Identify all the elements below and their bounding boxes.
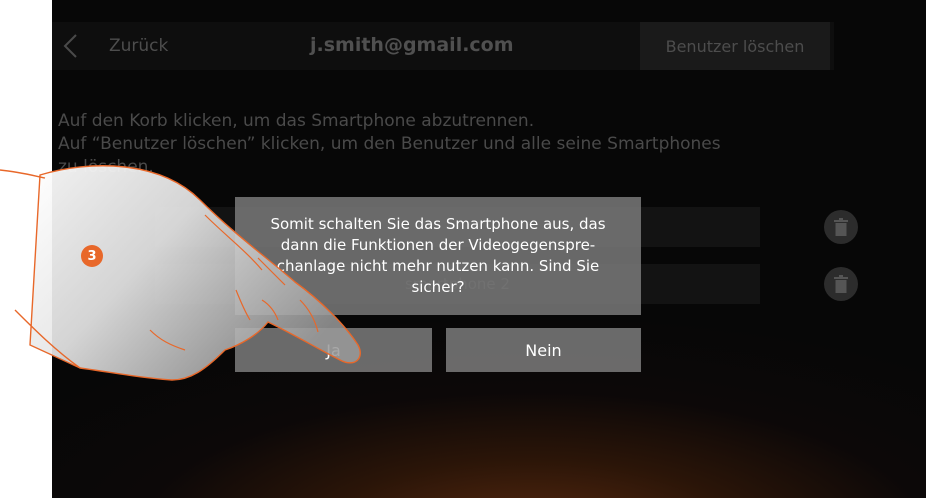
instruction-line: Auf den Korb klicken, um das Smartphone … [58,111,535,131]
instructions-text: Auf den Korb klicken, um das Smartphone … [58,110,838,179]
trash-icon[interactable] [824,210,858,244]
page-title: j.smith@gmail.com [310,34,514,56]
no-button[interactable]: Nein [446,328,641,372]
dialog-message: Somit schalten Sie das Smartphone aus, d… [270,215,606,296]
trash-icon[interactable] [824,267,858,301]
step-number-badge: 3 [81,245,103,267]
instruction-line: Auf “Benutzer löschen” klicken, um den B… [58,134,721,154]
yes-button[interactable]: Ja [235,328,432,372]
back-button[interactable]: Zurück [109,36,168,56]
delete-user-button[interactable]: Benutzer löschen [640,22,830,70]
confirm-dialog: Somit schalten Sie das Smartphone aus, d… [235,197,641,315]
chevron-left-icon[interactable] [58,33,84,59]
instruction-line: zu löschen. [58,157,154,177]
